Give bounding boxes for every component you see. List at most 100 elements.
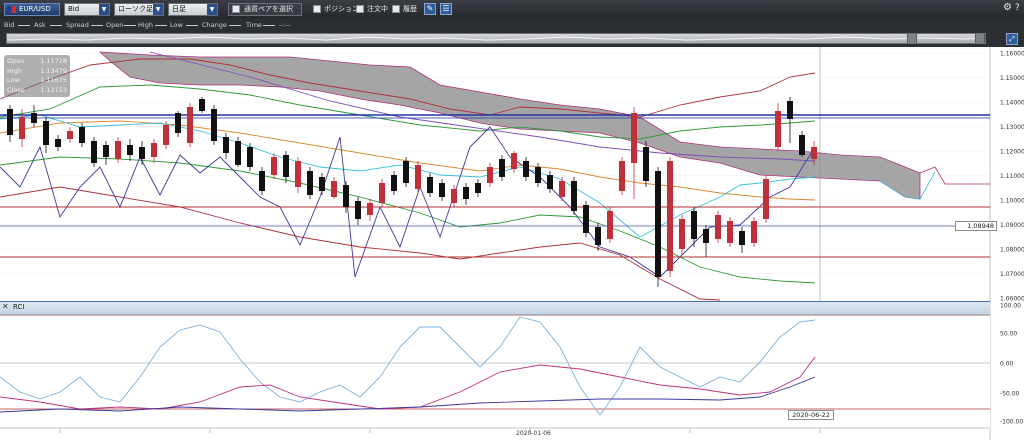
candle-body — [151, 143, 157, 157]
candle-body — [751, 221, 757, 243]
crosshair-date-tag: 2020-06-22 — [788, 410, 834, 420]
candle-body — [55, 139, 61, 147]
close-icon[interactable]: ✕ — [2, 303, 10, 311]
fit-view-icon[interactable]: ⤢ — [1006, 33, 1018, 45]
price-axis-label: 1.10000 — [1000, 198, 1024, 205]
toolbar: EUR/USD Bid ▼ ローソク足 ▼ 日足 ▼ 通貨ペアを選択 ポジション… — [0, 0, 1024, 20]
chevron-down-icon: ▼ — [153, 4, 163, 15]
link-pair-checkbox[interactable] — [232, 5, 240, 13]
legend-line — [155, 25, 167, 26]
rci-axis-label: 100.00 — [1000, 303, 1021, 310]
candle-body — [319, 177, 325, 191]
candle-body — [439, 183, 445, 197]
price-axis-label: 1.07000 — [1000, 271, 1024, 278]
help-icon[interactable]: ? — [1015, 3, 1020, 13]
price-axis-label: 1.11000 — [1000, 173, 1024, 180]
price-type-label: Bid — [68, 5, 80, 13]
navigator-handle-right[interactable] — [975, 34, 985, 43]
candle-body — [271, 157, 277, 175]
candle-body — [331, 181, 337, 197]
price-axis-label: 1.12000 — [1000, 149, 1024, 156]
candle-body — [235, 141, 241, 165]
candle-body — [223, 137, 229, 153]
candle-body — [427, 177, 433, 193]
candle-body — [403, 161, 409, 183]
legend-time: Time — [246, 21, 262, 29]
price-axis-label: 1.06000 — [1000, 296, 1024, 303]
price-axis-label: 1.15000 — [1000, 75, 1024, 82]
navigator-scrollbar[interactable] — [6, 33, 986, 44]
candle-body — [571, 181, 577, 211]
link-pair-label: 通貨ペアを選択 — [244, 5, 293, 13]
chart-type-select[interactable]: ローソク足 ▼ — [114, 3, 164, 16]
candle-body — [103, 145, 109, 157]
candle-body — [763, 179, 769, 219]
chart-type-label: ローソク足 — [118, 5, 153, 13]
candle-body — [583, 205, 589, 233]
candle-body — [343, 185, 349, 207]
candle-body — [535, 167, 541, 183]
candle-body — [643, 147, 649, 181]
current-price-tag: 1.08948 — [955, 221, 997, 231]
symbol-select[interactable]: EUR/USD — [4, 3, 60, 16]
candle-body — [175, 113, 181, 133]
chart-canvas[interactable]: 1.16000 1.15000 1.14000 1.13000 1.12000 1.110… — [0, 47, 1024, 440]
candle-body — [451, 189, 457, 203]
candle-body — [295, 161, 301, 187]
period-select[interactable]: 日足 ▼ — [168, 3, 218, 16]
candle-body — [715, 215, 721, 239]
legend-line — [186, 25, 198, 26]
candle-body — [499, 159, 505, 177]
candle-body — [775, 111, 781, 147]
price-axis-label: 1.14000 — [1000, 100, 1024, 107]
legend-spread: Spread — [66, 21, 89, 29]
candle-body — [559, 181, 565, 197]
candle-body — [79, 127, 85, 143]
candle-body — [619, 161, 625, 191]
rci-panel-header: ✕ RCI — [0, 301, 990, 315]
legend-line — [18, 25, 30, 26]
flag-icon — [7, 6, 16, 13]
candle-body — [259, 171, 265, 191]
legend-line — [124, 25, 136, 26]
candle-body — [139, 147, 145, 159]
candle-body — [163, 125, 169, 145]
link-pair-button[interactable]: 通貨ペアを選択 — [228, 3, 302, 16]
candle-body — [43, 121, 49, 145]
high-label: High — [7, 66, 22, 75]
candle-body — [379, 183, 385, 203]
settings-gear-icon[interactable]: ⚙ — [1003, 3, 1012, 13]
navigator-bar: ⤢ — [0, 31, 1024, 47]
rci-axis-label: 50.00 — [1000, 331, 1017, 338]
candle-body — [739, 231, 745, 245]
price-axis-label: 1.09000 — [1000, 222, 1024, 229]
candle-body — [595, 227, 601, 245]
close-label: Close — [7, 85, 25, 94]
candle-body — [211, 109, 217, 141]
indicator-icon[interactable]: ☰ — [440, 3, 452, 15]
chevron-down-icon: ▼ — [99, 4, 109, 15]
candle-body — [679, 219, 685, 249]
candle-body — [487, 167, 493, 183]
price-type-select[interactable]: Bid ▼ — [64, 3, 110, 16]
draw-tool-icon[interactable]: ✎ — [424, 3, 436, 15]
legend-high: High — [138, 21, 153, 29]
legend-ask: Ask — [34, 21, 46, 29]
position-label: ポジション — [324, 5, 359, 13]
candle-body — [463, 187, 469, 199]
candle-body — [115, 141, 121, 159]
candle-body — [247, 147, 253, 167]
candle-body — [127, 145, 133, 155]
open-value: 1.11728 — [40, 57, 67, 65]
high-value: 1.13479 — [40, 66, 67, 75]
candle-body — [691, 211, 697, 239]
candle-body — [391, 175, 397, 191]
legend-line — [50, 25, 62, 26]
position-checkbox[interactable] — [313, 5, 321, 13]
legend-line — [229, 25, 241, 26]
orders-checkbox[interactable] — [356, 5, 364, 13]
history-checkbox[interactable] — [392, 5, 400, 13]
navigator-handle-left[interactable] — [907, 34, 917, 43]
period-label: 日足 — [172, 5, 186, 13]
candle-body — [91, 141, 97, 163]
